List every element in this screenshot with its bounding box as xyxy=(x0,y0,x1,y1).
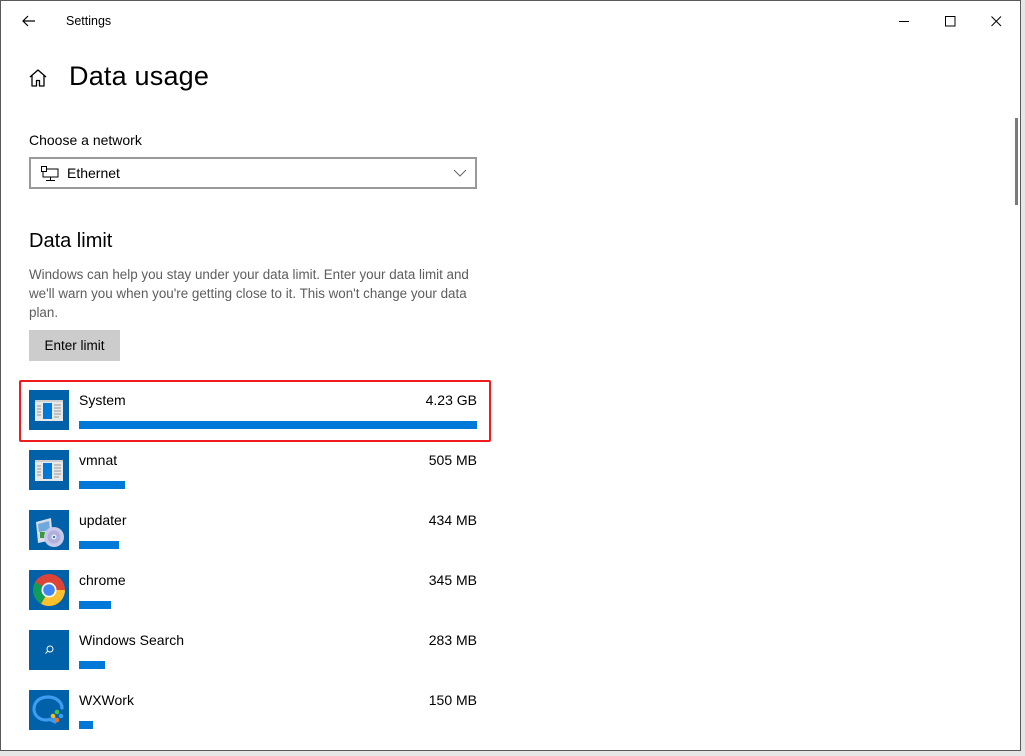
installer-disc-icon xyxy=(29,510,69,550)
app-name: updater xyxy=(79,512,127,528)
usage-bar xyxy=(79,421,477,429)
home-icon[interactable] xyxy=(27,67,49,89)
app-row-windows-search[interactable]: Windows Search 283 MB xyxy=(29,630,477,690)
wxwork-chat-icon xyxy=(29,690,69,730)
close-button[interactable] xyxy=(973,1,1019,41)
app-usage: 345 MB xyxy=(428,572,477,588)
system-app-icon xyxy=(29,450,69,490)
usage-bar xyxy=(79,661,105,669)
app-row-wxwork[interactable]: WXWork 150 MB xyxy=(29,690,477,750)
close-icon xyxy=(990,15,1001,26)
vertical-scrollbar[interactable] xyxy=(1015,118,1018,205)
back-arrow-icon xyxy=(22,15,35,27)
app-name: Windows Search xyxy=(79,632,185,648)
app-usage: 505 MB xyxy=(428,452,477,468)
usage-bar xyxy=(79,721,93,729)
search-icon xyxy=(29,630,69,670)
data-limit-heading: Data limit xyxy=(29,230,113,252)
partially-visible-app-icon xyxy=(29,750,69,751)
usage-bar xyxy=(79,541,119,549)
network-dropdown[interactable]: Ethernet xyxy=(29,157,477,189)
app-row-system[interactable]: System 4.23 GB xyxy=(29,390,477,450)
system-app-icon xyxy=(29,390,69,430)
network-label: Choose a network xyxy=(29,132,142,148)
app-name: vmnat xyxy=(79,452,118,468)
app-row-updater[interactable]: updater 434 MB xyxy=(29,510,477,570)
app-name: chrome xyxy=(79,572,126,588)
window-title: Settings xyxy=(66,14,112,28)
settings-window: Settings Data usage Choose a network Eth… xyxy=(0,0,1021,751)
app-name: WXWork xyxy=(79,692,134,708)
app-row-vmnat[interactable]: vmnat 505 MB xyxy=(29,450,477,510)
app-name: System xyxy=(79,392,126,408)
usage-bar-track xyxy=(79,541,477,549)
page-title: Data usage xyxy=(69,61,210,91)
app-row-chrome[interactable]: chrome 345 MB xyxy=(29,570,477,630)
app-usage: 150 MB xyxy=(428,692,477,708)
chrome-icon xyxy=(29,570,69,610)
minimize-button[interactable] xyxy=(881,1,927,41)
title-bar: Settings xyxy=(1,1,1020,41)
usage-bar-track xyxy=(79,721,477,729)
chevron-down-icon xyxy=(453,169,467,177)
usage-bar-track xyxy=(79,661,477,669)
data-limit-description: Windows can help you stay under your dat… xyxy=(29,267,469,320)
back-button[interactable] xyxy=(11,7,47,35)
app-usage: 434 MB xyxy=(428,512,477,528)
app-usage: 283 MB xyxy=(428,632,477,648)
usage-bar xyxy=(79,601,111,609)
usage-bar-track xyxy=(79,601,477,609)
usage-bar-track xyxy=(79,481,477,489)
usage-bar xyxy=(79,481,125,489)
enter-limit-button[interactable]: Enter limit xyxy=(29,330,120,361)
usage-bar-track xyxy=(79,421,477,429)
app-usage: 4.23 GB xyxy=(425,392,477,408)
network-selected-value: Ethernet xyxy=(67,165,120,181)
minimize-icon xyxy=(898,20,909,22)
maximize-icon xyxy=(944,15,955,26)
ethernet-icon xyxy=(41,166,59,181)
maximize-button[interactable] xyxy=(927,1,973,41)
